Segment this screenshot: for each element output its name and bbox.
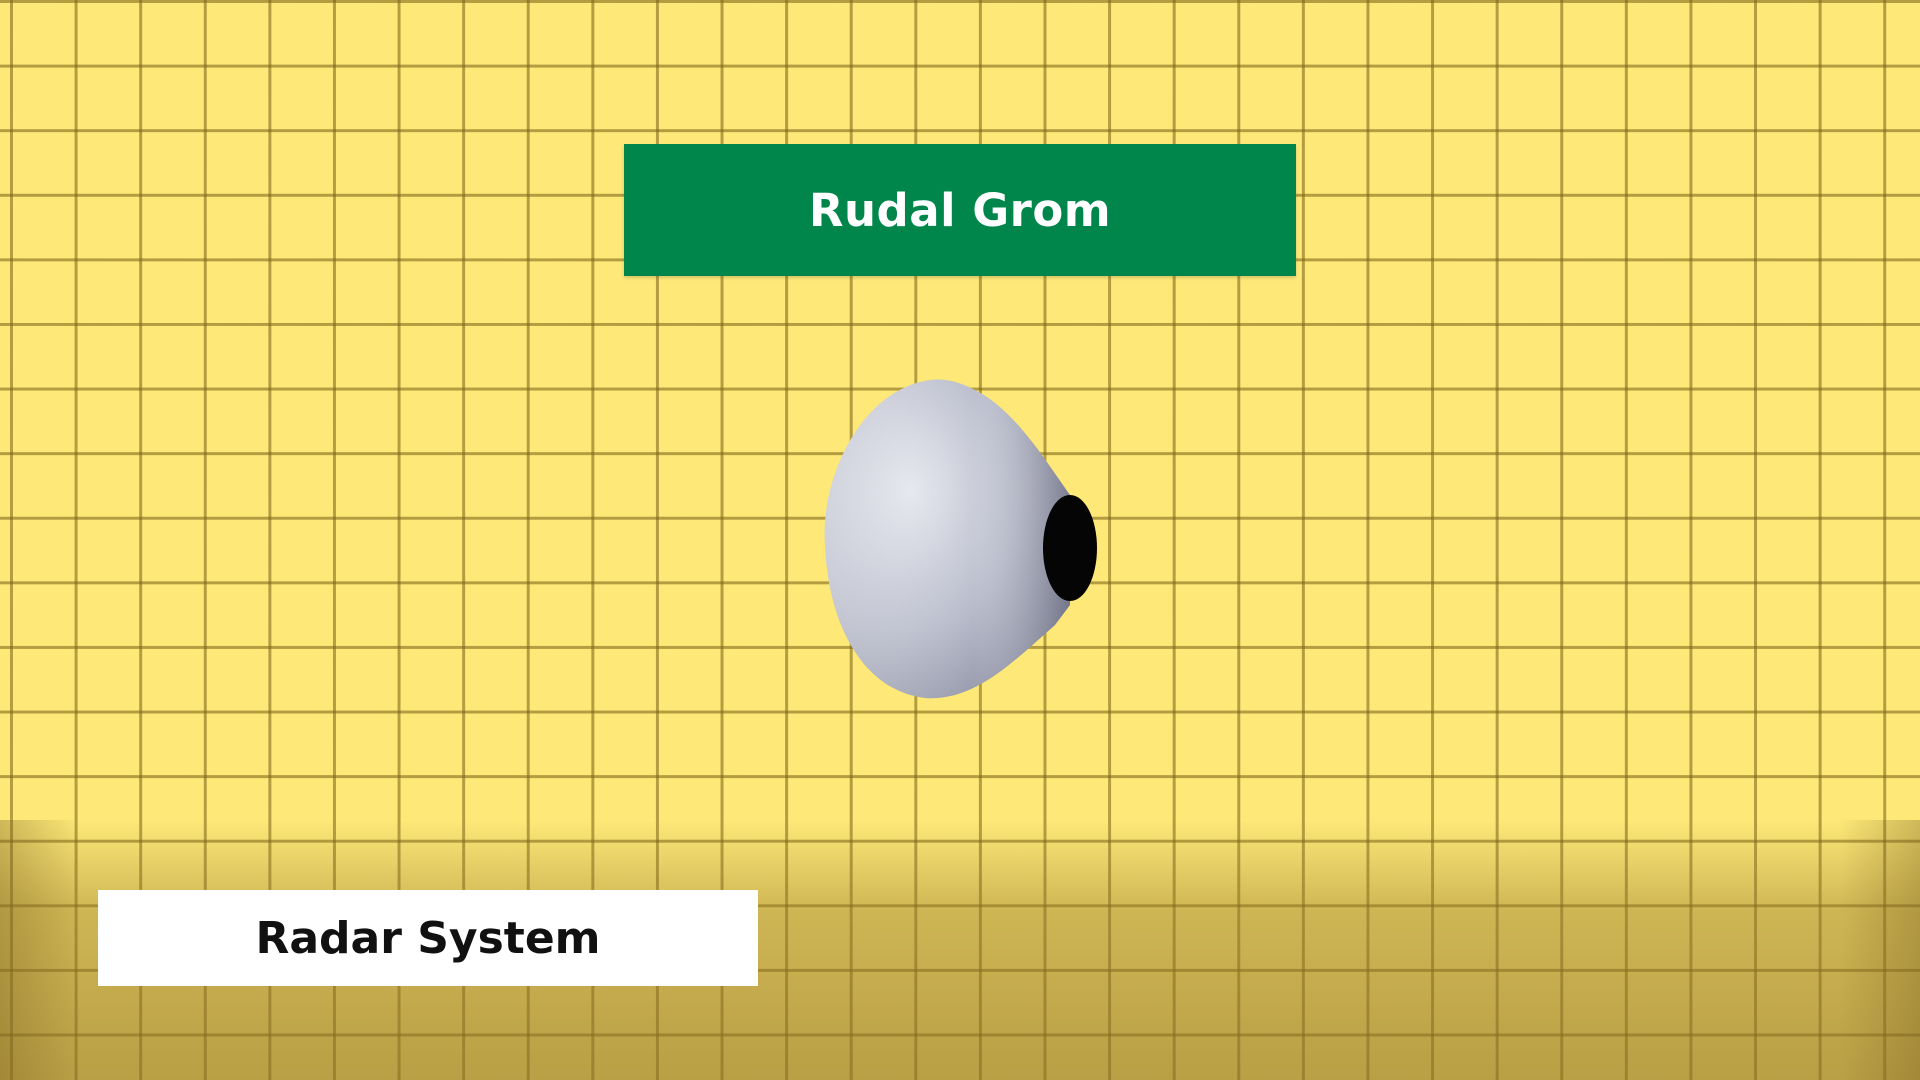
dish-shading <box>824 379 1070 699</box>
caption-text: Radar System <box>255 912 601 964</box>
title-text: Rudal Grom <box>808 183 1112 237</box>
left-vignette <box>0 820 80 1080</box>
dish-aperture <box>1043 495 1097 601</box>
title-banner: Rudal Grom <box>624 144 1296 276</box>
caption-label: Radar System <box>98 890 758 986</box>
right-vignette <box>1840 820 1920 1080</box>
grid-background: Rudal Grom Radar System <box>0 0 1920 1080</box>
radar-dish-icon <box>824 379 1097 699</box>
radar-dish-model <box>800 370 1120 710</box>
